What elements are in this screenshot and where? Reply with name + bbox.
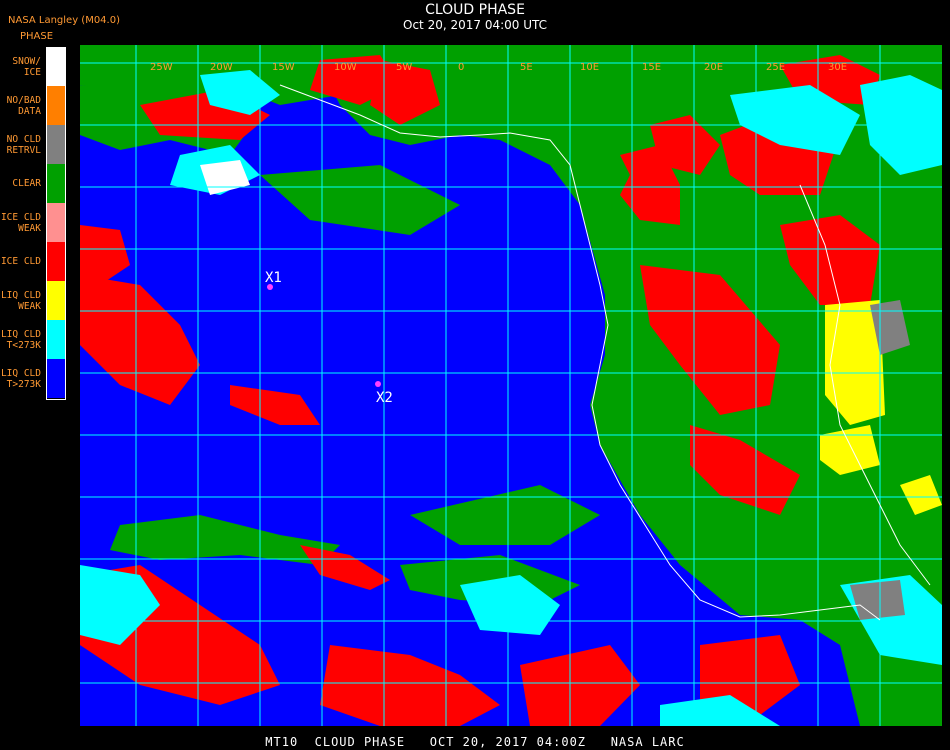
legend-label-line: LIQ CLD bbox=[0, 289, 41, 301]
map-canvas: 25W 20W 15W 10W 5W 0 5E 10E 15E 20E 25E 30E X1 X2 bbox=[80, 45, 942, 726]
map-title: CLOUD PHASE bbox=[425, 2, 525, 18]
legend-title: PHASE bbox=[20, 31, 54, 42]
legend-label-line: CLEAR bbox=[12, 178, 41, 189]
longitude-label: 0 bbox=[458, 62, 464, 73]
legend-item-label: ICE CLD WEAK bbox=[1, 203, 41, 242]
legend-label-line: NO/BAD bbox=[6, 94, 41, 106]
longitude-label: 10W bbox=[334, 62, 357, 73]
legend-item-label: LIQ CLD T<273K bbox=[1, 320, 41, 359]
org-label: NASA Langley (M04.0) bbox=[8, 15, 120, 26]
legend-item-label: ICE CLD bbox=[1, 242, 41, 281]
legend-label-line: SNOW/ bbox=[12, 55, 41, 67]
longitude-label: 15W bbox=[272, 62, 295, 73]
legend-label-line: ICE bbox=[23, 66, 41, 78]
legend-label-line: T<273K bbox=[6, 339, 41, 351]
legend-label-line: ICE CLD bbox=[0, 256, 41, 267]
longitude-label: 25W bbox=[150, 62, 173, 73]
satellite-product-page: CLOUD PHASE Oct 20, 2017 04:00 UTC NASA … bbox=[0, 0, 950, 750]
site-marker-label: X2 bbox=[376, 390, 393, 406]
longitude-label: 30E bbox=[828, 62, 847, 73]
longitude-label: 20E bbox=[704, 62, 723, 73]
legend-item-label: NO CLD RETRVL bbox=[7, 125, 41, 164]
map-footer: MT10 CLOUD PHASE OCT 20, 2017 04:00Z NAS… bbox=[265, 735, 685, 749]
legend-label-line: WEAK bbox=[18, 222, 41, 234]
longitude-label: 25E bbox=[766, 62, 785, 73]
legend-label-line: NO CLD bbox=[6, 133, 41, 145]
longitude-label: 5E bbox=[520, 62, 533, 73]
legend-label-line: RETRVL bbox=[6, 144, 41, 156]
longitude-label: 10E bbox=[580, 62, 599, 73]
legend-label-line: WEAK bbox=[18, 300, 41, 312]
site-marker bbox=[375, 381, 381, 387]
longitude-label: 5W bbox=[396, 62, 412, 73]
cloud-phase-map: 25W 20W 15W 10W 5W 0 5E 10E 15E 20E 25E 30E X1 X2 bbox=[80, 45, 942, 726]
legend-item-label: LIQ CLD WEAK bbox=[1, 281, 41, 320]
legend-item-label: CLEAR bbox=[12, 164, 41, 203]
legend-item-label: LIQ CLD T>273K bbox=[1, 359, 41, 398]
map-timestamp: Oct 20, 2017 04:00 UTC bbox=[403, 18, 547, 32]
legend-frame bbox=[46, 47, 66, 400]
site-marker-label: X1 bbox=[265, 270, 282, 286]
legend-item-label: SNOW/ICE bbox=[12, 47, 41, 86]
longitude-label: 20W bbox=[210, 62, 233, 73]
legend-item-label: NO/BAD DATA bbox=[7, 86, 41, 125]
legend-label-line: LIQ CLD bbox=[0, 367, 41, 379]
legend-label-line: T>273K bbox=[6, 378, 41, 390]
longitude-label: 15E bbox=[642, 62, 661, 73]
legend-label-line: DATA bbox=[18, 105, 41, 117]
legend-label-line: LIQ CLD bbox=[0, 328, 41, 340]
legend-label-line: ICE CLD bbox=[0, 211, 41, 223]
